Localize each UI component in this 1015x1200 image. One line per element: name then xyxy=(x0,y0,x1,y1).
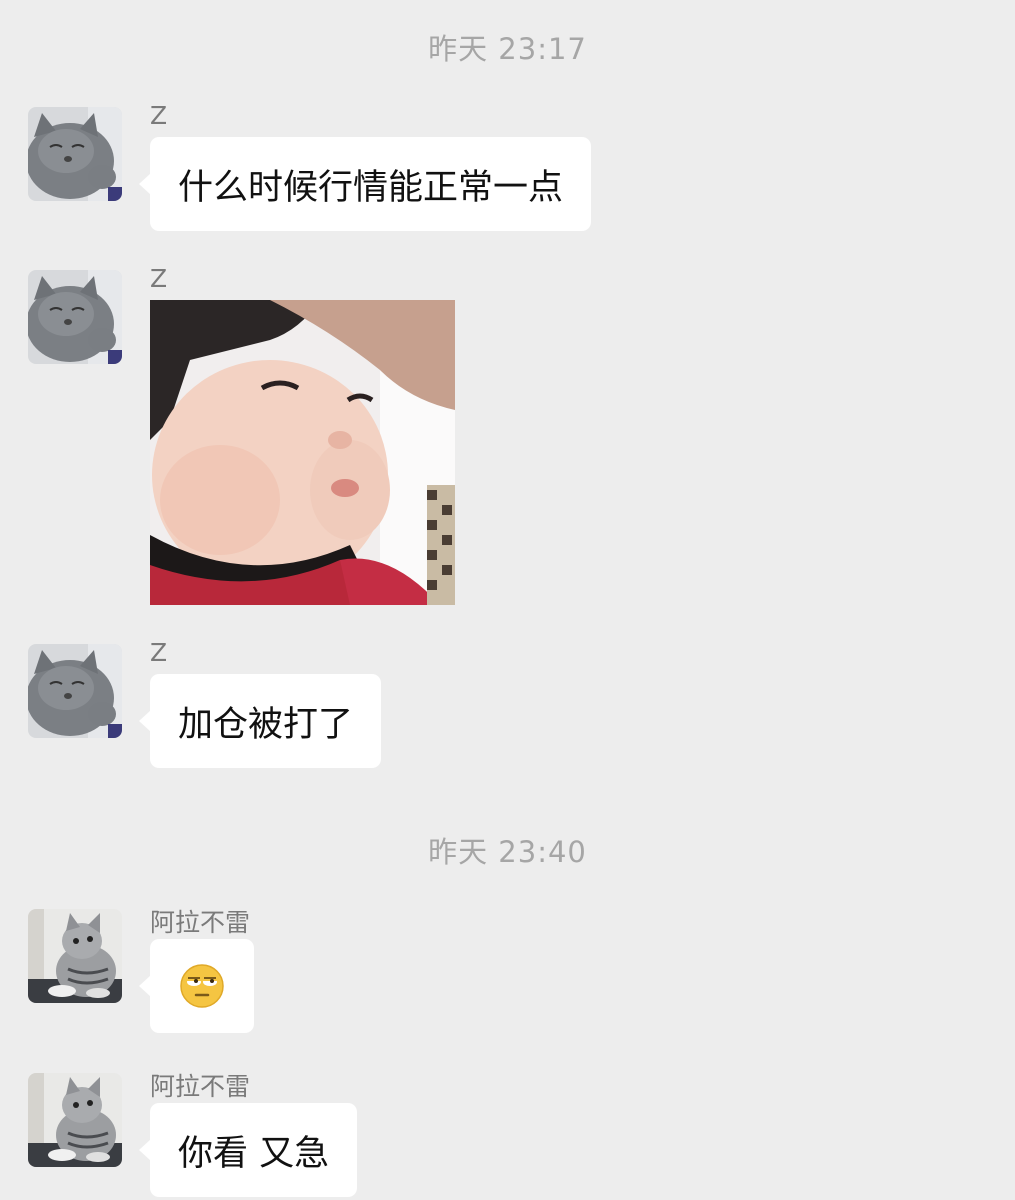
timestamp: 昨天 23:17 xyxy=(428,32,587,66)
gray-cat-avatar-icon[interactable] xyxy=(28,107,122,201)
sender-name: Z xyxy=(150,638,168,667)
sender-name: Z xyxy=(150,101,168,130)
baby-face-sticker-icon[interactable] xyxy=(150,300,455,605)
tabby-cat-avatar-icon[interactable] xyxy=(28,909,122,1003)
gray-cat-avatar-icon[interactable] xyxy=(28,644,122,738)
sender-name: 阿拉不雷 xyxy=(150,908,251,937)
sender-name: Z xyxy=(150,264,168,293)
message-bubble[interactable]: 加仓被打了 xyxy=(138,674,382,768)
sender-name: 阿拉不雷 xyxy=(150,1072,251,1101)
message-bubble[interactable]: 你看 又急 xyxy=(138,1103,358,1197)
timestamp: 昨天 23:40 xyxy=(428,835,587,869)
message-bubble[interactable]: 什么时候行情能正常一点 xyxy=(138,137,592,231)
eye-roll-emoji-icon xyxy=(179,963,225,1009)
gray-cat-avatar-icon[interactable] xyxy=(28,270,122,364)
message-bubble[interactable] xyxy=(139,939,254,1033)
tabby-cat-avatar-icon[interactable] xyxy=(28,1073,122,1167)
